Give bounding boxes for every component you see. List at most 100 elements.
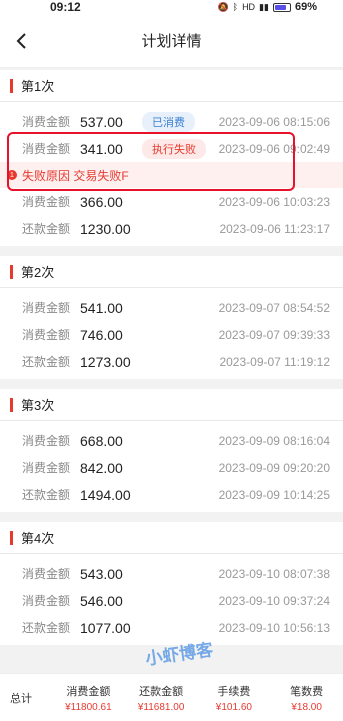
plan-header: 第4次: [0, 522, 343, 554]
row-time: 2023-09-09 08:16:04: [218, 433, 330, 448]
row-label: 消费金额: [22, 567, 71, 581]
battery-percent: 69%: [294, 1, 317, 13]
transaction-row[interactable]: 还款金额 1230.00 2023-09-06 11:23:17: [0, 215, 343, 242]
row-amount: 842.00: [80, 459, 123, 476]
plan-title: 第2次: [21, 265, 55, 280]
plan-title: 第3次: [21, 398, 55, 413]
row-time: 2023-09-06 09:02:49: [218, 141, 330, 156]
row-amount: 1077.00: [80, 619, 131, 636]
transaction-row[interactable]: 还款金额 1273.00 2023-09-07 11:19:12: [0, 348, 343, 375]
transaction-row[interactable]: 还款金额 1494.00 2023-09-09 10:14:25: [0, 481, 343, 508]
row-label: 消费金额: [22, 195, 71, 209]
row-time: 2023-09-06 08:15:06: [218, 114, 330, 129]
row-label: 消费金额: [22, 434, 71, 448]
row-amount: 746.00: [80, 326, 123, 343]
row-label: 消费金额: [22, 328, 71, 342]
mute-icon: 🔕: [217, 1, 229, 12]
transaction-row[interactable]: 消费金额 746.00 2023-09-07 09:39:33: [0, 321, 343, 348]
transaction-row[interactable]: 消费金额 668.00 2023-09-09 08:16:04: [0, 427, 343, 454]
row-label: 消费金额: [22, 594, 71, 608]
row-time: 2023-09-07 09:39:33: [218, 327, 330, 342]
transaction-row[interactable]: 消费金额 842.00 2023-09-09 09:20:20: [0, 454, 343, 481]
row-label: 消费金额: [22, 461, 71, 475]
plan-header: 第3次: [0, 389, 343, 421]
row-time: 2023-09-10 08:07:38: [218, 566, 330, 581]
page-title: 计划详情: [141, 33, 202, 50]
transaction-row[interactable]: 消费金额 341.00 执行失败 2023-09-06 09:02:49: [0, 135, 343, 162]
transaction-row[interactable]: 消费金额 543.00 2023-09-10 08:07:38: [0, 560, 343, 587]
row-amount: 1230.00: [80, 220, 131, 237]
network-badge: HD: [242, 2, 256, 12]
status-icons: 🔕 ᛒ HD ▮▮ 69%: [217, 1, 317, 13]
status-bar: 09:12 🔕 ᛒ HD ▮▮ 69%: [0, 0, 343, 14]
section-accent-bar: [10, 397, 13, 412]
row-amount: 546.00: [80, 592, 123, 609]
row-amount: 541.00: [80, 299, 123, 316]
error-icon: 1: [7, 170, 17, 180]
bluetooth-icon: ᛒ: [232, 2, 239, 12]
fail-reason: 失败原因 交易失败F: [22, 168, 129, 183]
plan-section: 第4次消费金额 543.00 2023-09-10 08:07:38 消费金额 546.…: [0, 522, 343, 645]
plan-section: 第3次消费金额 668.00 2023-09-09 08:16:04 消费金额 842.…: [0, 389, 343, 512]
row-amount: 537.00: [80, 113, 123, 130]
total-consume: 消费金额 ¥11800.61: [52, 683, 125, 713]
signal-icon: ▮▮: [259, 1, 269, 12]
battery-level: [274, 4, 286, 10]
plan-title: 第1次: [21, 79, 55, 94]
row-label: 还款金额: [22, 355, 71, 369]
total-repay-header: 还款金额: [139, 685, 184, 698]
row-time: 2023-09-09 10:14:25: [218, 487, 330, 502]
total-count-fee-header: 笔数费: [290, 685, 324, 698]
row-amount: 543.00: [80, 565, 123, 582]
plan-rows: 消费金额 668.00 2023-09-09 08:16:04 消费金额 842.00 2…: [0, 421, 343, 512]
plan-list[interactable]: 第1次 消费金额 537.00 已消费 2023-09-06 08:15:06 消费金额 3…: [0, 68, 343, 673]
row-label: 还款金额: [22, 488, 71, 502]
plan-section: 第2次 消费金额 541.00 2023-09-07 08:54:52 消费金额 746.…: [0, 256, 343, 379]
plan-rows: 消费金额 537.00 已消费 2023-09-06 08:15:06 消费金额 341.…: [0, 102, 343, 246]
row-time: 2023-09-07 11:19:12: [219, 354, 330, 369]
row-amount: 341.00: [80, 140, 123, 157]
total-fee-header: 手续费: [217, 685, 251, 698]
total-fee-value: ¥101.60: [215, 701, 252, 713]
row-time: 2023-09-06 11:23:17: [219, 221, 330, 236]
transaction-row[interactable]: 消费金额 546.00 2023-09-10 09:37:24: [0, 587, 343, 614]
total-count-fee: 笔数费 ¥18.00: [270, 683, 343, 713]
row-label: 消费金额: [22, 142, 71, 156]
plan-title: 第4次: [21, 531, 55, 546]
row-amount: 1273.00: [80, 353, 131, 370]
status-time: 09:12: [50, 0, 81, 14]
back-arrow-icon[interactable]: [12, 31, 32, 51]
transaction-row[interactable]: 消费金额 366.00 2023-09-06 10:03:23: [0, 188, 343, 215]
total-consume-value: ¥11800.61: [65, 701, 112, 713]
row-amount: 1494.00: [80, 486, 131, 503]
summary-footer: 总计 消费金额 ¥11800.61 还款金额 ¥11681.00 手续费 ¥10…: [0, 673, 343, 721]
row-time: 2023-09-10 10:56:13: [218, 620, 330, 635]
section-accent-bar: [10, 78, 13, 93]
row-amount: 668.00: [80, 432, 123, 449]
nav-bar: 计划详情: [0, 14, 343, 68]
section-accent-bar: [10, 264, 13, 279]
plan-section: 第1次 消费金额 537.00 已消费 2023-09-06 08:15:06 消费金额 3…: [0, 70, 343, 246]
total-repay: 还款金额 ¥11681.00: [125, 683, 198, 713]
total-label: 总计: [10, 692, 32, 705]
row-label: 消费金额: [22, 301, 71, 315]
battery-icon: [272, 2, 291, 12]
row-label: 还款金额: [22, 621, 71, 635]
fail-reason-row: 1 失败原因 交易失败F: [0, 162, 343, 188]
transaction-row[interactable]: 还款金额 1077.00 2023-09-10 10:56:13: [0, 614, 343, 641]
row-label: 消费金额: [22, 115, 71, 129]
row-time: 2023-09-06 10:03:23: [218, 194, 330, 209]
transaction-row[interactable]: 消费金额 541.00 2023-09-07 08:54:52: [0, 294, 343, 321]
total-fee: 手续费 ¥101.60: [198, 683, 271, 713]
row-time: 2023-09-09 09:20:20: [218, 460, 330, 475]
plan-rows: 消费金额 541.00 2023-09-07 08:54:52 消费金额 746.00 2…: [0, 288, 343, 379]
row-label: 还款金额: [22, 222, 71, 236]
transaction-row[interactable]: 消费金额 537.00 已消费 2023-09-06 08:15:06: [0, 108, 343, 135]
plan-header: 第2次: [0, 256, 343, 288]
row-amount: 366.00: [80, 193, 123, 210]
row-time: 2023-09-10 09:37:24: [218, 593, 330, 608]
status-left: 09:12: [50, 0, 81, 14]
status-badge: 执行失败: [142, 138, 206, 159]
total-consume-header: 消费金额: [66, 685, 111, 698]
total-count-fee-value: ¥18.00: [291, 701, 322, 713]
